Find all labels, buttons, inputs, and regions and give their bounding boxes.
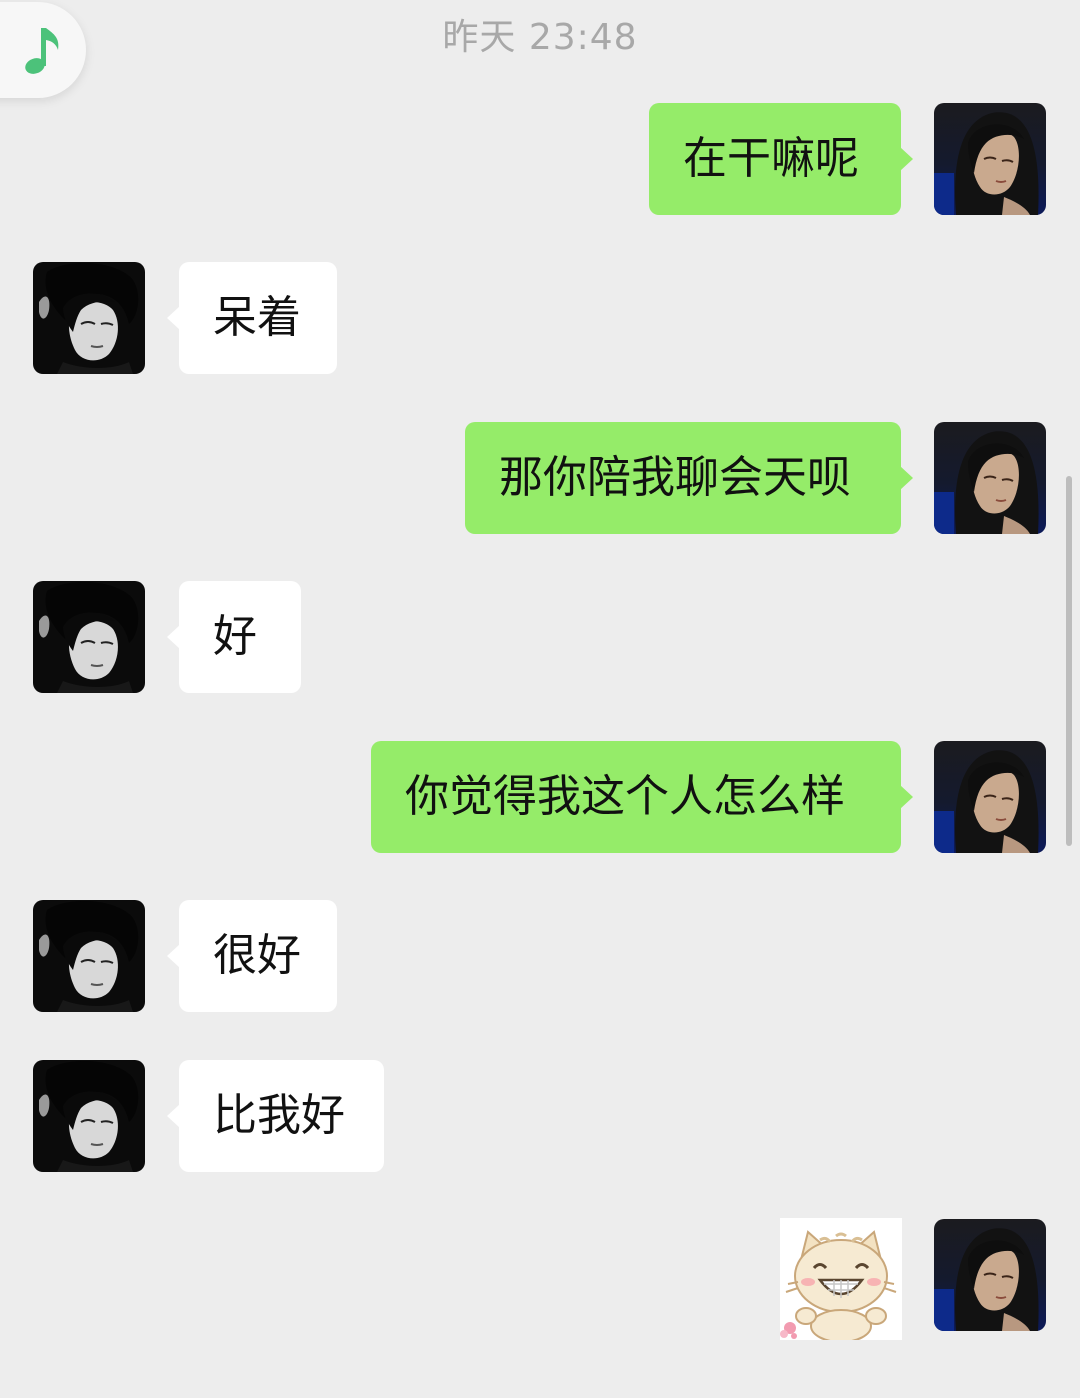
contact-avatar[interactable] <box>33 581 145 693</box>
my-avatar[interactable] <box>934 103 1046 215</box>
message-bubble-received[interactable]: 比我好 <box>167 1060 384 1172</box>
message-bubble-sent[interactable]: 在干嘛呢 <box>649 103 913 215</box>
message-bubble-received[interactable]: 很好 <box>167 900 337 1012</box>
floating-music-player[interactable] <box>0 2 86 98</box>
my-avatar[interactable] <box>934 422 1046 534</box>
message-bubble-sent[interactable]: 那你陪我聊会天呗 <box>465 422 913 534</box>
chat-timestamp: 昨天 23:48 <box>442 17 638 58</box>
contact-avatar[interactable] <box>33 262 145 374</box>
contact-avatar[interactable] <box>33 1060 145 1172</box>
my-avatar[interactable] <box>934 1219 1046 1331</box>
message-bubble-sent[interactable]: 你觉得我这个人怎么样 <box>371 741 913 853</box>
my-avatar[interactable] <box>934 741 1046 853</box>
smiling-cat-sticker[interactable] <box>780 1218 902 1340</box>
contact-avatar[interactable] <box>33 900 145 1012</box>
cat-sticker-icon <box>780 1218 902 1340</box>
chat-scrollbar[interactable] <box>1066 476 1072 846</box>
message-bubble-received[interactable]: 呆着 <box>167 262 337 374</box>
message-bubble-received[interactable]: 好 <box>167 581 301 693</box>
music-note-icon <box>25 28 59 74</box>
